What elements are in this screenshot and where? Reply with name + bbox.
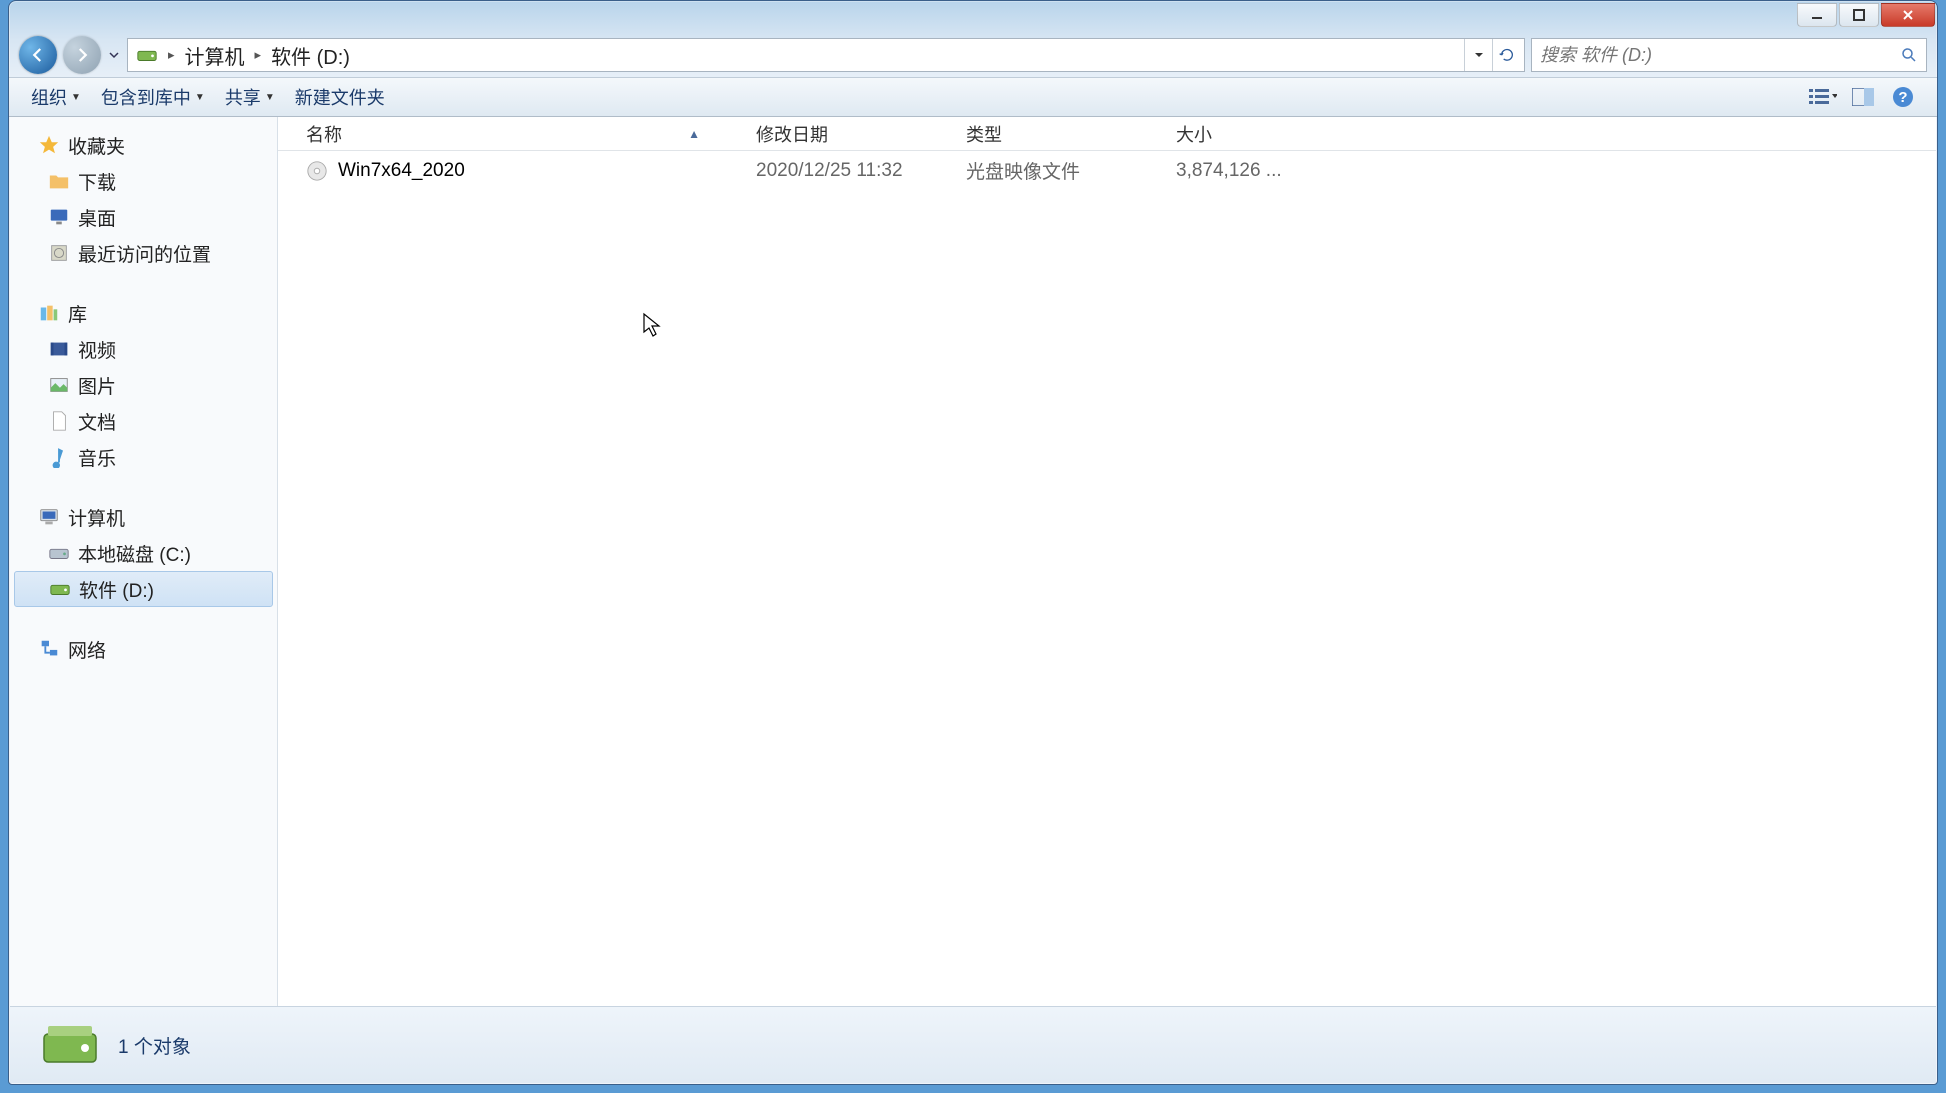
- dropdown-icon: ▼: [265, 92, 275, 103]
- file-size: 3,874,126 ...: [1168, 160, 1318, 182]
- sidebar-label: 音乐: [78, 444, 116, 471]
- document-icon: [48, 410, 70, 432]
- sidebar-videos[interactable]: 视频: [10, 331, 277, 367]
- file-list[interactable]: 名称 ▲ 修改日期 类型 大小 Win7x64_2020 2020/12/25 …: [278, 117, 1936, 1006]
- breadcrumb-sep-icon[interactable]: ▸: [249, 47, 268, 63]
- iso-file-icon: [306, 160, 328, 182]
- network-icon: [38, 638, 60, 660]
- file-type: 光盘映像文件: [958, 157, 1168, 184]
- sidebar-libraries[interactable]: 库: [10, 295, 277, 331]
- share-button[interactable]: 共享 ▼: [215, 80, 285, 114]
- close-button[interactable]: [1881, 3, 1935, 27]
- include-label: 包含到库中: [101, 84, 191, 110]
- search-input[interactable]: [1540, 45, 1900, 66]
- folder-icon: [48, 170, 70, 192]
- toolbar: 组织 ▼ 包含到库中 ▼ 共享 ▼ 新建文件夹: [9, 77, 1937, 117]
- sidebar-downloads[interactable]: 下载: [10, 163, 277, 199]
- column-name[interactable]: 名称 ▲: [298, 121, 748, 147]
- sidebar-computer[interactable]: 计算机: [10, 499, 277, 535]
- sidebar-label: 库: [68, 300, 87, 327]
- view-mode-button[interactable]: [1809, 83, 1837, 111]
- dropdown-icon: ▼: [195, 92, 205, 103]
- explorer-window: ▸ 计算机 ▸ 软件 (D:) 组织 ▼ 包含到: [8, 0, 1938, 1085]
- sidebar-label: 收藏夹: [68, 132, 125, 159]
- refresh-button[interactable]: [1492, 39, 1520, 71]
- sidebar-recent[interactable]: 最近访问的位置: [10, 235, 277, 271]
- share-label: 共享: [225, 84, 261, 110]
- newfolder-label: 新建文件夹: [295, 84, 385, 110]
- sidebar-label: 软件 (D:): [79, 576, 154, 603]
- drive-icon: [136, 44, 158, 66]
- titlebar[interactable]: [9, 1, 1937, 33]
- column-label: 名称: [306, 121, 342, 147]
- search-box[interactable]: [1531, 38, 1927, 72]
- search-icon[interactable]: [1900, 46, 1918, 64]
- maximize-button[interactable]: [1839, 3, 1879, 27]
- preview-pane-button[interactable]: [1849, 83, 1877, 111]
- minimize-button[interactable]: [1797, 3, 1837, 27]
- sort-ascending-icon: ▲: [688, 127, 700, 141]
- status-text: 1 个对象: [118, 1032, 191, 1059]
- sidebar-documents[interactable]: 文档: [10, 403, 277, 439]
- svg-text:?: ?: [1898, 89, 1907, 106]
- nav-history-dropdown[interactable]: [107, 36, 121, 74]
- column-size[interactable]: 大小: [1168, 121, 1318, 147]
- drive-icon: [48, 542, 70, 564]
- column-headers: 名称 ▲ 修改日期 类型 大小: [278, 117, 1936, 151]
- column-type[interactable]: 类型: [958, 121, 1168, 147]
- breadcrumb-sep-icon[interactable]: ▸: [162, 47, 181, 63]
- address-bar[interactable]: ▸ 计算机 ▸ 软件 (D:): [127, 38, 1525, 72]
- drive-large-icon: [40, 1016, 100, 1074]
- sidebar-music[interactable]: 音乐: [10, 439, 277, 475]
- video-icon: [48, 338, 70, 360]
- dropdown-icon: ▼: [71, 92, 81, 103]
- sidebar-software-d[interactable]: 软件 (D:): [14, 571, 273, 607]
- include-in-library-button[interactable]: 包含到库中 ▼: [91, 80, 215, 114]
- nav-back-button[interactable]: [19, 36, 57, 74]
- pictures-icon: [48, 374, 70, 396]
- organize-label: 组织: [31, 84, 67, 110]
- drive-icon: [49, 578, 71, 600]
- nav-row: ▸ 计算机 ▸ 软件 (D:): [9, 33, 1937, 77]
- organize-button[interactable]: 组织 ▼: [21, 80, 91, 114]
- sidebar-label: 最近访问的位置: [78, 240, 211, 267]
- library-icon: [38, 302, 60, 324]
- column-date[interactable]: 修改日期: [748, 121, 958, 147]
- file-row[interactable]: Win7x64_2020 2020/12/25 11:32 光盘映像文件 3,8…: [278, 151, 1936, 190]
- help-button[interactable]: ?: [1889, 83, 1917, 111]
- sidebar-label: 下载: [78, 168, 116, 195]
- computer-icon: [38, 506, 60, 528]
- file-date: 2020/12/25 11:32: [748, 160, 958, 182]
- breadcrumb-computer[interactable]: 计算机: [181, 39, 249, 72]
- sidebar-label: 图片: [78, 372, 116, 399]
- file-name: Win7x64_2020: [338, 160, 465, 182]
- new-folder-button[interactable]: 新建文件夹: [285, 80, 395, 114]
- sidebar-local-c[interactable]: 本地磁盘 (C:): [10, 535, 277, 571]
- address-dropdown-button[interactable]: [1464, 39, 1492, 71]
- sidebar-favorites[interactable]: 收藏夹: [10, 127, 277, 163]
- sidebar: 收藏夹 下载 桌面 最近访问的位置 库: [10, 117, 278, 1006]
- body-area: 收藏夹 下载 桌面 最近访问的位置 库: [10, 117, 1936, 1006]
- statusbar: 1 个对象: [10, 1006, 1936, 1083]
- sidebar-label: 文档: [78, 408, 116, 435]
- recent-icon: [48, 242, 70, 264]
- star-icon: [38, 134, 60, 156]
- sidebar-network[interactable]: 网络: [10, 631, 277, 667]
- sidebar-label: 网络: [68, 636, 106, 663]
- sidebar-pictures[interactable]: 图片: [10, 367, 277, 403]
- sidebar-label: 视频: [78, 336, 116, 363]
- sidebar-label: 计算机: [68, 504, 125, 531]
- sidebar-label: 桌面: [78, 204, 116, 231]
- desktop-icon: [48, 206, 70, 228]
- breadcrumb-drive[interactable]: 软件 (D:): [267, 39, 354, 72]
- music-icon: [48, 446, 70, 468]
- nav-forward-button[interactable]: [63, 36, 101, 74]
- sidebar-desktop[interactable]: 桌面: [10, 199, 277, 235]
- sidebar-label: 本地磁盘 (C:): [78, 540, 191, 567]
